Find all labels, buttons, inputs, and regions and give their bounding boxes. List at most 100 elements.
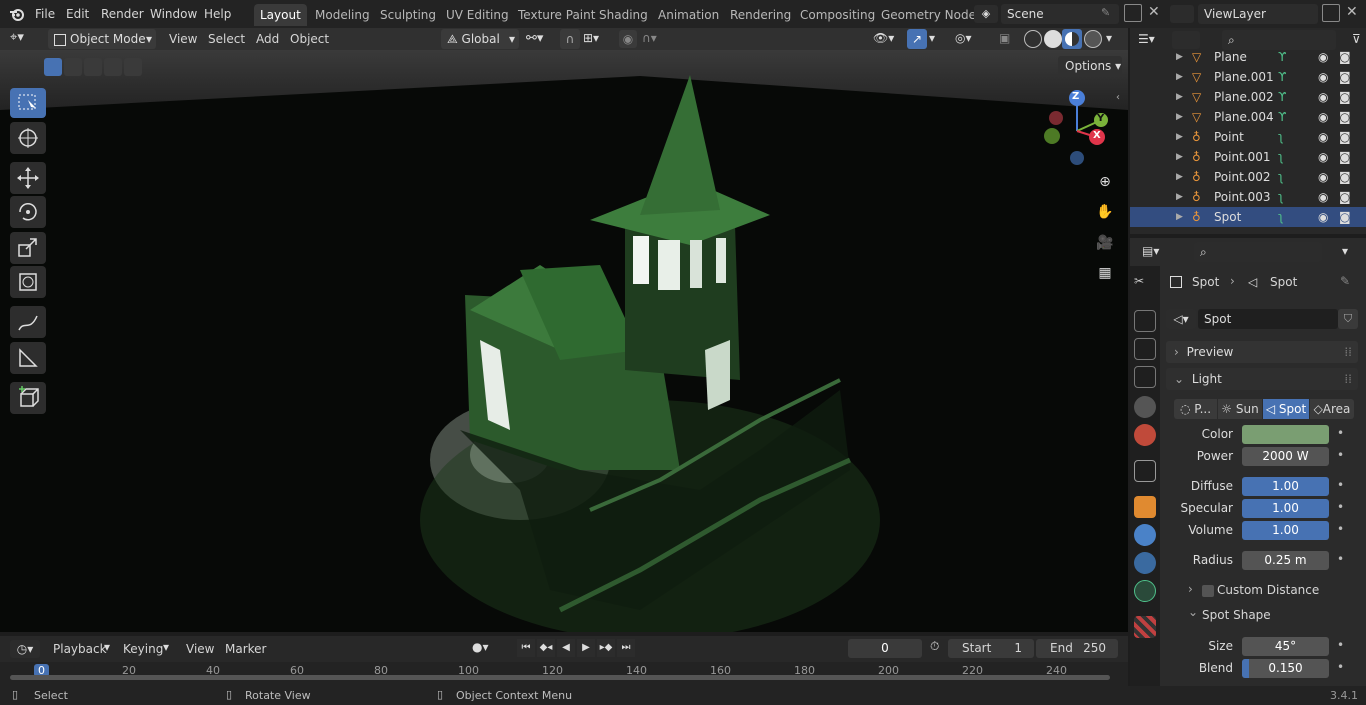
jump-end-icon[interactable]: ⏭ bbox=[617, 639, 635, 657]
view-layer-field[interactable]: ViewLayer bbox=[1198, 4, 1318, 24]
eye-icon[interactable]: ◉ bbox=[1318, 167, 1328, 187]
outliner-item[interactable]: ▶ ♁ Point ʅ ◉ ◙ bbox=[1130, 127, 1366, 147]
collection-tab-icon[interactable] bbox=[1134, 460, 1156, 482]
keyframe-dot-icon[interactable]: • bbox=[1337, 448, 1344, 462]
keyframe-dot-icon[interactable]: • bbox=[1337, 522, 1344, 536]
camera-render-icon[interactable]: ◙ bbox=[1339, 187, 1351, 207]
start-frame-field[interactable]: Start 1 bbox=[948, 639, 1034, 658]
tab-modeling[interactable]: Modeling bbox=[309, 4, 376, 26]
eye-icon[interactable]: ◉ bbox=[1318, 187, 1328, 207]
camera-render-icon[interactable]: ◙ bbox=[1339, 47, 1351, 67]
expand-arrow-icon[interactable]: ▶ bbox=[1176, 207, 1183, 227]
select-intersect-icon[interactable] bbox=[124, 58, 142, 76]
mode-dropdown[interactable]: Object Mode ▾ bbox=[48, 29, 156, 49]
menu-select[interactable]: Select bbox=[208, 31, 245, 47]
select-subtract-icon[interactable] bbox=[84, 58, 102, 76]
object-tab-icon[interactable] bbox=[1134, 496, 1156, 518]
light-type-point[interactable]: ◌ P... bbox=[1174, 399, 1217, 419]
properties-editor-icon[interactable]: ▤▾ bbox=[1142, 244, 1159, 258]
timeline-editor-icon[interactable]: ◷▾ bbox=[10, 640, 40, 658]
menu-render[interactable]: Render bbox=[101, 6, 144, 22]
options-button[interactable]: Options ▾ bbox=[1058, 56, 1122, 76]
menu-keying[interactable]: Keying bbox=[123, 641, 163, 657]
tab-layout[interactable]: Layout bbox=[254, 4, 307, 26]
annotate-tool[interactable] bbox=[10, 306, 46, 338]
menu-marker[interactable]: Marker bbox=[225, 641, 266, 657]
expand-arrow-icon[interactable]: ▶ bbox=[1176, 107, 1183, 127]
perspective-grid-icon[interactable]: ▦ bbox=[1093, 261, 1117, 285]
outliner-item[interactable]: ▶ ▽ Plane ϒ ◉ ◙ bbox=[1130, 47, 1366, 67]
eye-icon[interactable]: ◉ bbox=[1318, 127, 1328, 147]
visibility-icon[interactable]: 👁▾ bbox=[873, 31, 894, 45]
filter-icon[interactable]: ⊽ bbox=[1352, 32, 1361, 46]
expand-arrow-icon[interactable]: ▶ bbox=[1176, 127, 1183, 147]
mesh-data-icon[interactable]: ϒ bbox=[1278, 87, 1286, 107]
shading-dropdown-icon[interactable]: ▾ bbox=[1106, 31, 1112, 45]
current-frame-field[interactable]: 0 bbox=[848, 639, 922, 658]
scene-selector-icon[interactable]: ◈ bbox=[974, 5, 998, 23]
eye-icon[interactable]: ◉ bbox=[1318, 87, 1328, 107]
light-data-icon[interactable]: ʅ bbox=[1278, 207, 1284, 227]
physics-tab-icon[interactable] bbox=[1134, 524, 1156, 546]
scene-tab-icon[interactable] bbox=[1134, 396, 1156, 418]
outliner-item[interactable]: ▶ ▽ Plane.002 ϒ ◉ ◙ bbox=[1130, 87, 1366, 107]
3d-viewport[interactable]: Options ▾ Z Y X ⊕ ✋ 🎥 ▦ ‹ bbox=[0, 50, 1128, 632]
end-frame-field[interactable]: End 250 bbox=[1036, 639, 1118, 658]
outliner-editor-icon[interactable]: ☰▾ bbox=[1138, 32, 1155, 46]
gizmo-toggle-icon[interactable]: ↗ bbox=[907, 29, 927, 49]
power-field[interactable]: 2000 W bbox=[1242, 447, 1329, 466]
menu-window[interactable]: Window bbox=[150, 6, 197, 22]
scale-tool[interactable] bbox=[10, 232, 46, 264]
keyframe-dot-icon[interactable]: • bbox=[1337, 660, 1344, 674]
measure-tool[interactable] bbox=[10, 342, 46, 374]
orientation-dropdown[interactable]: ⟁ Global ▾ bbox=[441, 29, 519, 49]
properties-search-input[interactable]: ⌕ bbox=[1194, 242, 1322, 262]
pan-hand-icon[interactable]: ✋ bbox=[1093, 200, 1117, 224]
diffuse-slider[interactable]: 1.00 bbox=[1242, 477, 1329, 496]
select-box-tool[interactable] bbox=[10, 88, 46, 118]
properties-options-icon[interactable]: ▾ bbox=[1342, 244, 1348, 258]
blender-logo-icon[interactable] bbox=[9, 6, 25, 22]
light-data-icon[interactable]: ʅ bbox=[1278, 187, 1284, 207]
light-data-icon[interactable]: ʅ bbox=[1278, 167, 1284, 187]
tab-rendering[interactable]: Rendering bbox=[724, 4, 797, 26]
keyframe-dot-icon[interactable]: • bbox=[1337, 426, 1344, 440]
tab-shading[interactable]: Shading bbox=[593, 4, 654, 26]
move-tool[interactable] bbox=[10, 162, 46, 194]
play-icon[interactable]: ▶ bbox=[577, 639, 595, 657]
mesh-data-icon[interactable]: ϒ bbox=[1278, 47, 1286, 67]
outliner-item[interactable]: ▶ ♁ Point.001 ʅ ◉ ◙ bbox=[1130, 147, 1366, 167]
menu-add[interactable]: Add bbox=[256, 31, 279, 47]
keyframe-dot-icon[interactable]: • bbox=[1337, 500, 1344, 514]
falloff-icon[interactable]: ∩▾ bbox=[642, 31, 657, 45]
camera-render-icon[interactable]: ◙ bbox=[1339, 127, 1351, 147]
pin-icon[interactable]: ✎ bbox=[1340, 274, 1350, 288]
drag-handle-icon[interactable]: ⁞⁞ bbox=[1344, 368, 1352, 390]
editor-type-icon[interactable]: ⌖▾ bbox=[10, 30, 40, 48]
drag-handle-icon[interactable]: ⁞⁞ bbox=[1344, 341, 1352, 363]
custom-distance-checkbox[interactable] bbox=[1202, 585, 1214, 597]
tab-uv-editing[interactable]: UV Editing bbox=[440, 4, 515, 26]
prev-keyframe-icon[interactable]: ◆◂ bbox=[537, 639, 555, 657]
auto-keying-icon[interactable]: ●▾ bbox=[472, 640, 489, 654]
transform-tool[interactable] bbox=[10, 266, 46, 298]
eye-icon[interactable]: ◉ bbox=[1318, 107, 1328, 127]
specular-slider[interactable]: 1.00 bbox=[1242, 499, 1329, 518]
light-name-field[interactable]: Spot bbox=[1198, 309, 1338, 329]
spot-shape-subpanel-header[interactable]: ⌄ Spot Shape bbox=[1186, 605, 1356, 625]
material-shading-icon[interactable] bbox=[1062, 29, 1082, 49]
pin-icon[interactable]: ✎ bbox=[1101, 6, 1110, 19]
wireframe-shading-icon[interactable] bbox=[1024, 30, 1042, 48]
tab-sculpting[interactable]: Sculpting bbox=[374, 4, 442, 26]
render-tab-icon[interactable] bbox=[1134, 310, 1156, 332]
camera-render-icon[interactable]: ◙ bbox=[1339, 207, 1351, 227]
eye-icon[interactable]: ◉ bbox=[1318, 67, 1328, 87]
rotate-tool[interactable] bbox=[10, 196, 46, 228]
camera-render-icon[interactable]: ◙ bbox=[1339, 147, 1351, 167]
view-layer-tab-icon[interactable] bbox=[1134, 366, 1156, 388]
select-invert-icon[interactable] bbox=[104, 58, 122, 76]
outliner-item[interactable]: ▶ ♁ Point.003 ʅ ◉ ◙ bbox=[1130, 187, 1366, 207]
stopwatch-icon[interactable]: ⏱ bbox=[930, 639, 939, 654]
radius-field[interactable]: 0.25 m bbox=[1242, 551, 1329, 570]
menu-help[interactable]: Help bbox=[204, 6, 231, 22]
